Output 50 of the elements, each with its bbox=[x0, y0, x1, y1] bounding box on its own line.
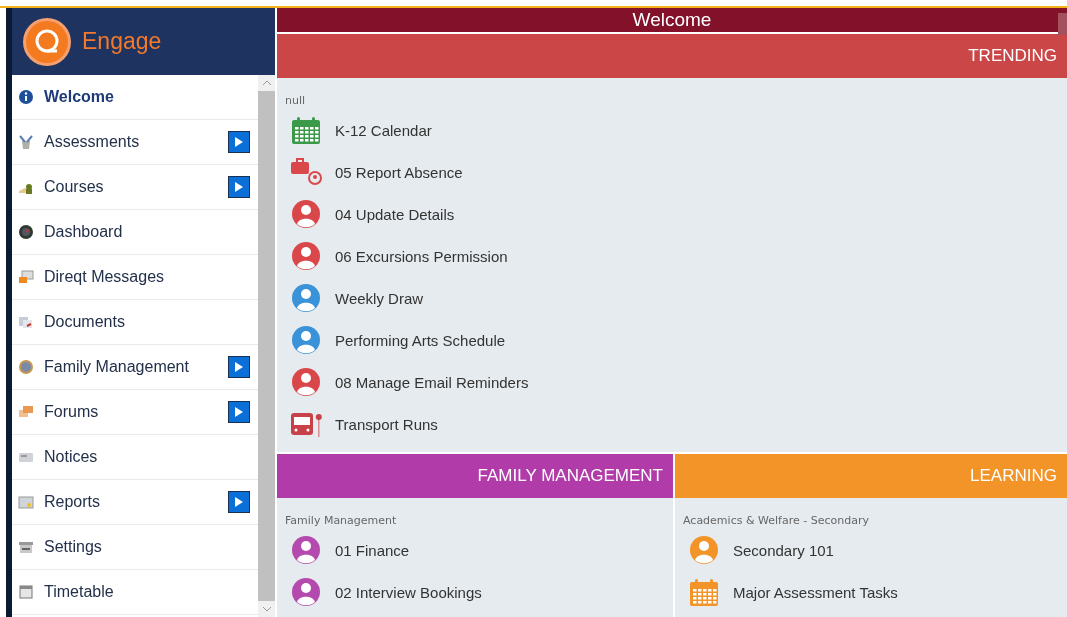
group-label: Family Management bbox=[285, 514, 397, 527]
group-label: Academics & Welfare - Secondary bbox=[683, 514, 869, 527]
menu-item[interactable]: Direqt Messages bbox=[12, 255, 258, 300]
menu-item[interactable]: Welcome bbox=[12, 75, 258, 120]
tile-link[interactable]: 06 Excursions Permission bbox=[285, 235, 1059, 277]
expand-button[interactable] bbox=[228, 356, 250, 378]
menu-item[interactable]: Family Management bbox=[12, 345, 258, 390]
tile-link[interactable]: Performing Arts Schedule bbox=[285, 319, 1059, 361]
expand-button[interactable] bbox=[228, 491, 250, 513]
play-icon bbox=[235, 497, 243, 507]
tile-link[interactable]: 08 Manage Email Reminders bbox=[285, 361, 1059, 403]
page-title: Welcome bbox=[632, 9, 712, 31]
section-title: FAMILY MANAGEMENT bbox=[477, 466, 663, 486]
tile-link[interactable]: Weekly Draw bbox=[285, 277, 1059, 319]
menu-item[interactable]: Assessments bbox=[12, 120, 258, 165]
tile-link[interactable]: 04 Update Details bbox=[285, 193, 1059, 235]
mail-icon bbox=[18, 269, 34, 285]
globe-icon bbox=[18, 359, 34, 375]
play-icon bbox=[235, 137, 243, 147]
report-icon bbox=[18, 494, 34, 510]
chat-icon bbox=[18, 404, 34, 420]
group-label: null bbox=[285, 94, 306, 107]
tile-link[interactable]: 01 Finance bbox=[285, 529, 665, 571]
menu-item[interactable]: Forums bbox=[12, 390, 258, 435]
tile-link[interactable]: 05 Report Absence bbox=[285, 151, 1059, 193]
menu-item[interactable]: Dashboard bbox=[12, 210, 258, 255]
tile-link[interactable]: Transport Runs bbox=[285, 403, 1059, 445]
menu-item[interactable]: Timetable bbox=[12, 570, 258, 615]
documents-icon bbox=[18, 314, 34, 330]
tile-link[interactable]: 02 Interview Bookings bbox=[285, 571, 665, 613]
section-title: LEARNING bbox=[970, 466, 1057, 486]
settings-icon bbox=[18, 539, 34, 555]
logo-icon bbox=[22, 16, 72, 67]
gauge-icon bbox=[18, 224, 34, 240]
timetable-icon bbox=[18, 584, 34, 600]
play-icon bbox=[235, 182, 243, 192]
play-icon bbox=[235, 362, 243, 372]
play-icon bbox=[235, 407, 243, 417]
menu-item[interactable]: Courses bbox=[12, 165, 258, 210]
pen-cup-icon bbox=[18, 134, 34, 150]
expand-button[interactable] bbox=[228, 176, 250, 198]
expand-button[interactable] bbox=[228, 401, 250, 423]
info-icon bbox=[18, 89, 34, 105]
tile-link[interactable]: K-12 Calendar bbox=[285, 109, 1059, 151]
tile-link[interactable]: Secondary 101 bbox=[683, 529, 1059, 571]
brand-name: Engage bbox=[82, 28, 162, 55]
expand-button[interactable] bbox=[228, 131, 250, 153]
tile-link[interactable]: Major Assessment Tasks bbox=[683, 571, 1059, 613]
menu-item[interactable]: Reports bbox=[12, 480, 258, 525]
section-title: TRENDING bbox=[968, 46, 1057, 66]
